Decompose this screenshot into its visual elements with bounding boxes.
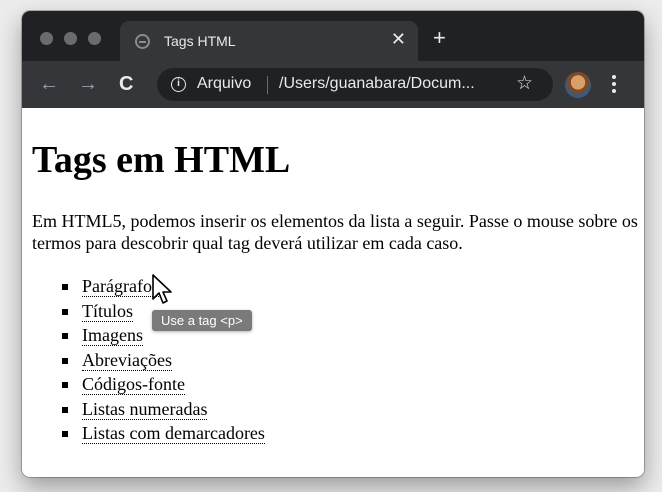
term-titulos[interactable]: Títulos	[82, 300, 134, 322]
list-item: Códigos-fonte	[62, 372, 265, 397]
list-item: Listas numeradas	[62, 397, 265, 422]
reload-button[interactable]: C	[119, 73, 133, 95]
bookmark-star-icon[interactable]: ☆	[516, 73, 533, 95]
address-bar[interactable]: i Arquivo /Users/guanabara/Docum... ☆	[157, 68, 553, 101]
intro-paragraph: Em HTML5, podemos inserir os elementos d…	[32, 211, 638, 253]
page-title: Tags em HTML	[32, 139, 291, 181]
new-tab-button[interactable]: +	[433, 27, 446, 49]
browser-window: Tags HTML ✕ + ← → C i Arquivo /Users/gua…	[22, 11, 644, 477]
term-imagens[interactable]: Imagens	[82, 325, 143, 346]
menu-kebab-icon[interactable]	[612, 75, 616, 95]
list-item: Abreviações	[62, 348, 265, 373]
address-scheme: Arquivo	[197, 75, 252, 92]
list-item: Listas com demarcadores	[62, 421, 265, 446]
term-codigos-fonte[interactable]: Códigos-fonte	[82, 374, 185, 395]
minimize-window-button[interactable]	[64, 32, 77, 45]
page-content: Tags em HTML Em HTML5, podemos inserir o…	[22, 108, 644, 477]
tab-title: Tags HTML	[164, 33, 236, 49]
close-tab-icon[interactable]: ✕	[391, 29, 406, 49]
address-path[interactable]: /Users/guanabara/Docum...	[279, 75, 475, 93]
term-paragrafos[interactable]: Parágrafos	[82, 276, 159, 297]
mouse-cursor-icon	[152, 274, 172, 304]
browser-toolbar: ← → C i Arquivo /Users/guanabara/Docum..…	[22, 61, 644, 108]
tooltip: Use a tag <p>	[152, 310, 252, 331]
back-button[interactable]: ←	[39, 73, 59, 95]
tab-bar: Tags HTML ✕ +	[22, 11, 644, 61]
address-separator	[267, 76, 268, 94]
globe-icon	[135, 34, 150, 49]
forward-button[interactable]: →	[78, 73, 98, 95]
term-listas-numeradas[interactable]: Listas numeradas	[82, 398, 208, 420]
profile-avatar[interactable]	[565, 72, 591, 98]
maximize-window-button[interactable]	[88, 32, 101, 45]
tab-tags-html[interactable]: Tags HTML ✕	[120, 21, 418, 61]
close-window-button[interactable]	[40, 32, 53, 45]
term-listas-demarcadores[interactable]: Listas com demarcadores	[82, 423, 265, 444]
info-icon[interactable]: i	[171, 77, 186, 92]
term-abreviacoes[interactable]: Abreviações	[82, 349, 172, 371]
